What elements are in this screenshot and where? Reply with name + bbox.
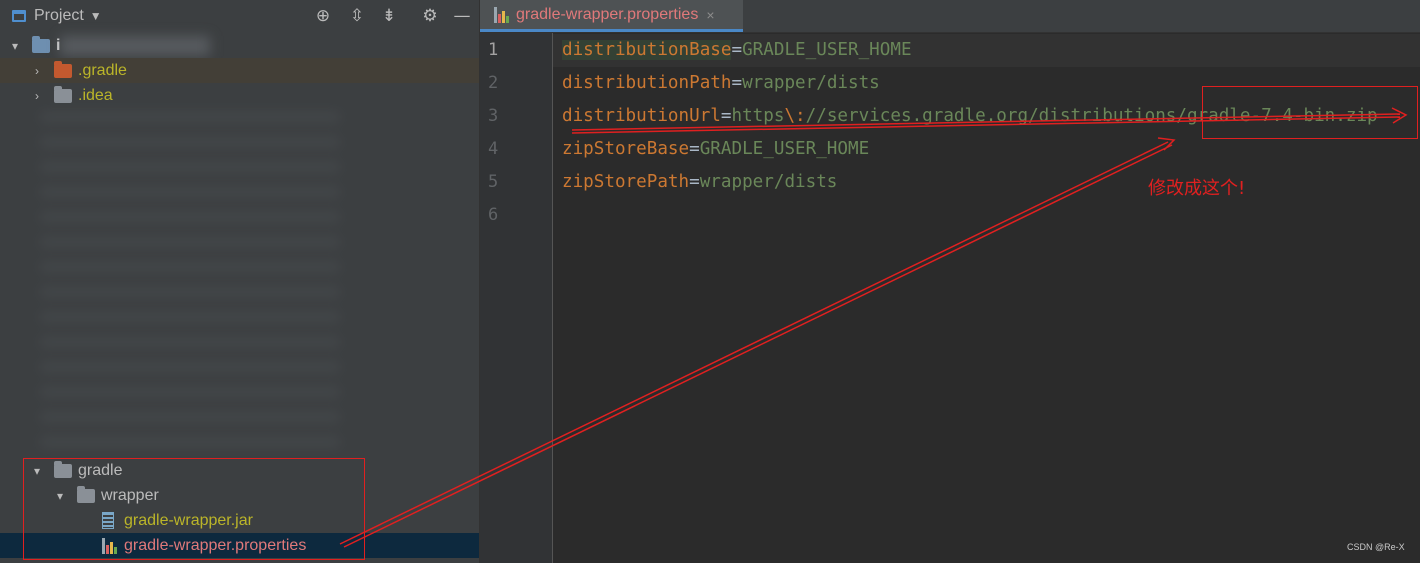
collapse-all-icon[interactable]: ⇟ [379,6,399,26]
property-key: zipStoreBase [562,139,690,159]
code-line[interactable]: distributionBase=GRADLE_USER_HOME [562,34,912,67]
tree-item-label: .gradle [78,61,127,79]
gear-icon[interactable]: ⚙ [420,6,440,26]
line-number: 5 [488,172,499,192]
chevron-right-icon[interactable]: › [30,64,44,78]
equals-sign: = [689,172,700,192]
project-title: Project [34,7,84,24]
annotation-text: 修改成这个! [1148,178,1246,199]
escape-sequence: \: [784,106,806,126]
annotation-box-left [23,458,365,560]
equals-sign: = [731,40,743,60]
code-line[interactable]: distributionPath=wrapper/dists [562,67,880,100]
line-number: 2 [488,73,499,93]
property-key: zipStorePath [562,172,690,192]
property-value: GRADLE_USER_HOME [699,139,870,159]
folder-icon [54,85,72,103]
property-value-prefix: https [731,106,785,126]
folder-icon [32,35,50,53]
line-number: 6 [488,205,499,225]
equals-sign: = [689,139,700,159]
project-panel-header: Project ▼ ⊕ ⇳ ⇟ ⚙ — [0,0,479,32]
tab-gradle-wrapper-properties[interactable]: gradle-wrapper.properties × [480,0,743,32]
property-key: distributionPath [562,73,732,93]
chevron-down-icon: ▼ [89,9,102,23]
equals-sign: = [720,106,732,126]
tab-label: gradle-wrapper.properties [516,5,699,23]
line-number: 1 [488,40,499,60]
tree-item-label: .idea [78,86,113,104]
property-value: wrapper/dists [742,73,880,93]
folder-icon [54,60,72,78]
minimize-icon[interactable]: — [452,6,472,26]
redacted-area [40,112,340,452]
redacted-area [60,36,210,56]
line-number: 4 [488,139,499,159]
code-line[interactable]: zipStorePath=wrapper/dists [562,166,837,199]
property-value: GRADLE_USER_HOME [742,40,912,60]
property-key: distributionBase [562,40,732,60]
project-view-selector[interactable]: Project ▼ [12,7,102,25]
close-icon[interactable]: × [706,7,714,23]
locate-icon[interactable]: ⊕ [313,6,333,26]
chevron-down-icon[interactable]: ▾ [8,39,22,53]
arrow-head-diagonal [1157,137,1176,151]
chevron-right-icon[interactable]: › [30,89,44,103]
annotation-box-right [1202,86,1418,139]
expand-all-icon[interactable]: ⇳ [347,6,367,26]
editor-tab-bar: gradle-wrapper.properties × [480,0,1420,33]
equals-sign: = [731,73,743,93]
tree-row-dot-idea[interactable]: › .idea [0,83,479,108]
property-value: wrapper/dists [699,172,838,192]
tree-row-dot-gradle[interactable]: › .gradle [0,58,479,83]
line-number: 3 [488,106,499,126]
window-icon [12,10,26,22]
code-line[interactable]: zipStoreBase=GRADLE_USER_HOME [562,133,869,166]
property-key: distributionUrl [562,106,721,126]
watermark: CSDN @Re-X [1347,542,1405,552]
properties-file-icon [494,6,510,23]
project-panel: Project ▼ ⊕ ⇳ ⇟ ⚙ — ▾ i › .gradle › .ide… [0,0,480,563]
